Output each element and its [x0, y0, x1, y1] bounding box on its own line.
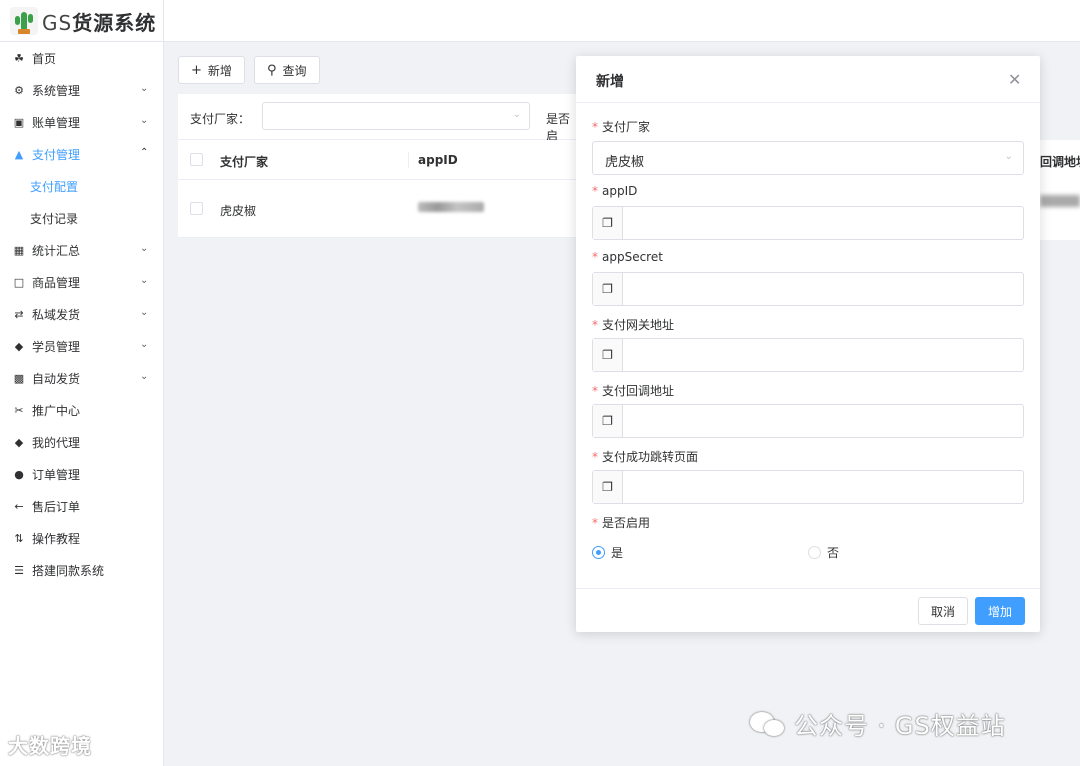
- wechat-icon: [750, 710, 786, 738]
- cancel-button[interactable]: 取消: [918, 597, 969, 625]
- chevron-down-icon: ⌄: [140, 115, 149, 126]
- column-header-vendor[interactable]: 支付厂家: [220, 153, 268, 170]
- sidebar-item-my-agents[interactable]: ◆ 我的代理: [0, 426, 163, 458]
- shuffle-icon: ⇄: [14, 307, 24, 321]
- add-dialog: 新增 ✕ * 支付厂家 虎皮椒 ⌄ * appID ❐ * appSecret ❐ *…: [576, 56, 1040, 632]
- row-checkbox[interactable]: [190, 202, 203, 215]
- redacted-callback: [1040, 195, 1080, 207]
- appsecret-field[interactable]: ❐: [592, 272, 1024, 306]
- list-icon: ☰: [14, 563, 24, 577]
- sidebar-item-billing[interactable]: ▣ 账单管理 ⌄: [0, 106, 163, 138]
- success-page-field[interactable]: ❐: [592, 470, 1024, 504]
- callback-url-field[interactable]: ❐: [592, 404, 1024, 438]
- redacted-appid: [418, 202, 484, 212]
- table-row[interactable]: 虎皮椒: [178, 180, 578, 238]
- sidebar-item-orders[interactable]: ● 订单管理: [0, 458, 163, 490]
- cactus-logo-icon: [10, 7, 38, 35]
- chevron-down-icon: ⌄: [512, 109, 521, 120]
- watermark-left: 大数跨境: [8, 734, 92, 758]
- copy-icon: ❐: [593, 471, 623, 503]
- query-button[interactable]: ⚲ 查询: [254, 56, 320, 84]
- enabled-label: * 是否启用: [592, 516, 651, 530]
- chevron-down-icon: ⌄: [140, 275, 149, 286]
- top-bar: GS货源系统: [0, 0, 1080, 42]
- chevron-down-icon: ⌄: [140, 339, 149, 350]
- vendor-cell: 虎皮椒: [220, 204, 257, 218]
- sidebar-item-home[interactable]: ☘ 首页: [0, 42, 163, 74]
- app-logo[interactable]: GS货源系统: [0, 0, 164, 42]
- scissors-icon: ✂: [14, 403, 24, 417]
- vendor-label: * 支付厂家: [592, 120, 651, 134]
- vendor-filter-label: 支付厂家：: [190, 112, 251, 126]
- gateway-label: * 支付网关地址: [592, 318, 675, 332]
- chevron-down-icon: ⌄: [1004, 151, 1013, 162]
- submit-button[interactable]: 增加: [975, 597, 1026, 625]
- sidebar-item-products[interactable]: □ 商品管理 ⌄: [0, 266, 163, 298]
- arrow-left-icon: ←: [14, 499, 24, 513]
- sidebar-item-students[interactable]: ◆ 学员管理 ⌄: [0, 330, 163, 362]
- gateway-url-field[interactable]: ❐: [592, 338, 1024, 372]
- sidebar-item-build-system[interactable]: ☰ 搭建同款系统: [0, 554, 163, 586]
- sidebar-item-payment[interactable]: ▲ 支付管理 ⌃: [0, 138, 163, 170]
- plus-icon: +: [191, 62, 202, 78]
- vendor-select-value: 虎皮椒: [605, 155, 645, 170]
- tag-icon: ◆: [14, 339, 24, 353]
- app-title: GS货源系统: [42, 10, 157, 35]
- table-icon: ▦: [13, 243, 25, 257]
- sidebar-item-system[interactable]: ⚙ 系统管理 ⌄: [0, 74, 163, 106]
- chevron-up-icon: ⌃: [140, 147, 149, 158]
- sidebar-item-after-sales[interactable]: ← 售后订单: [0, 490, 163, 522]
- search-icon: ⚲: [267, 62, 277, 78]
- close-icon[interactable]: ✕: [1008, 70, 1021, 89]
- copy-icon: ❐: [593, 339, 623, 371]
- dialog-title: 新增: [596, 74, 624, 90]
- sort-icon: ⇅: [14, 531, 24, 545]
- calendar-icon: □: [13, 275, 25, 289]
- home-icon: ☘: [14, 51, 24, 65]
- appid-field[interactable]: ❐: [592, 206, 1024, 240]
- add-button[interactable]: + 新增: [178, 56, 245, 84]
- appid-label: * appID: [592, 184, 638, 198]
- success-page-label: * 支付成功跳转页面: [592, 450, 699, 464]
- radio-checked-icon: [592, 546, 605, 559]
- sidebar-item-auto-delivery[interactable]: ▩ 自动发货 ⌄: [0, 362, 163, 394]
- sidebar-item-payment-records[interactable]: 支付记录: [0, 202, 163, 234]
- chevron-down-icon: ⌄: [140, 243, 149, 254]
- tag-icon: ◆: [14, 435, 24, 449]
- callback-label: * 支付回调地址: [592, 384, 675, 398]
- sidebar: ☘ 首页 ⚙ 系统管理 ⌄ ▣ 账单管理 ⌄ ▲ 支付管理 ⌃ 支付配置 支付记…: [0, 42, 164, 766]
- vendor-select[interactable]: 虎皮椒 ⌄: [592, 141, 1024, 175]
- enabled-no-radio[interactable]: 否: [808, 544, 839, 561]
- vendor-filter-select[interactable]: ⌄: [262, 102, 530, 130]
- chevron-down-icon: ⌄: [140, 307, 149, 318]
- sidebar-item-private-delivery[interactable]: ⇄ 私域发货 ⌄: [0, 298, 163, 330]
- filter-bar: 支付厂家： ⌄ 是否启: [178, 94, 578, 143]
- copy-icon: ❐: [593, 207, 623, 239]
- cube-icon: ●: [14, 467, 24, 481]
- column-header-appid[interactable]: appID: [418, 153, 458, 167]
- money-icon: ▣: [13, 115, 25, 129]
- watermark-right: 公众号 · GS权益站: [750, 706, 1006, 741]
- copy-icon: ❐: [593, 273, 623, 305]
- column-header-callback: 回调地址: [1040, 155, 1080, 169]
- appsecret-label: * appSecret: [592, 250, 663, 264]
- radio-unchecked-icon: [808, 546, 821, 559]
- sidebar-item-tutorial[interactable]: ⇅ 操作教程: [0, 522, 163, 554]
- chevron-down-icon: ⌄: [140, 371, 149, 382]
- sidebar-item-promotion[interactable]: ✂ 推广中心: [0, 394, 163, 426]
- sidebar-item-stats[interactable]: ▦ 统计汇总 ⌄: [0, 234, 163, 266]
- payment-config-table: 支付厂家 appID 虎皮椒: [178, 140, 578, 238]
- gears-icon: ⚙: [14, 83, 24, 97]
- copy-icon: ❐: [593, 405, 623, 437]
- graduation-cap-icon: ▲: [14, 147, 24, 161]
- table-right-peek: 回调地址: [1040, 140, 1080, 240]
- sidebar-item-payment-config[interactable]: 支付配置: [0, 170, 163, 202]
- chevron-down-icon: ⌄: [140, 83, 149, 94]
- enabled-yes-radio[interactable]: 是: [592, 544, 623, 561]
- select-all-checkbox[interactable]: [190, 153, 203, 166]
- car-icon: ▩: [13, 371, 25, 385]
- table-header: 支付厂家 appID: [178, 140, 578, 180]
- enabled-filter-label: 是否启: [546, 112, 571, 143]
